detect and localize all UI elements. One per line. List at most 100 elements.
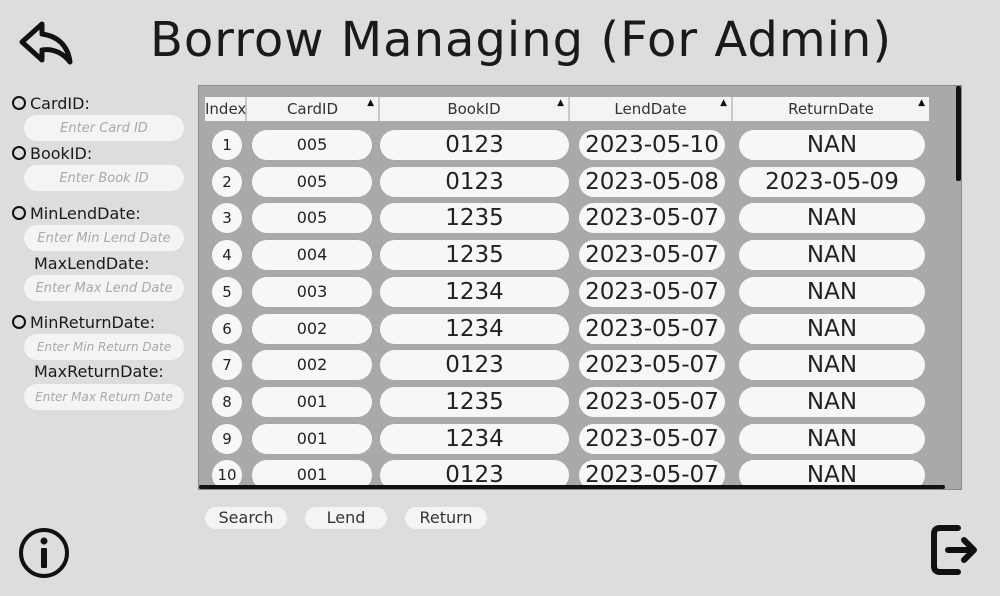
sort-asc-icon[interactable]: ▲	[918, 98, 925, 108]
column-label-index: Index	[205, 100, 247, 118]
max-return-date-row: MaxReturnDate:	[34, 361, 164, 381]
index-cell: 2	[212, 166, 242, 197]
sort-asc-icon[interactable]: ▲	[557, 98, 564, 108]
card-id-input[interactable]	[24, 115, 184, 141]
card-id-cell: 002	[252, 350, 372, 381]
index-cell: 8	[212, 386, 242, 417]
lend-date-filter: MinLendDate:	[12, 203, 141, 223]
lend-date-cell: 2023-05-07	[579, 423, 725, 454]
card-id-cell: 001	[252, 386, 372, 417]
column-label-book-id: BookID	[447, 100, 501, 118]
book-id-cell: 1234	[380, 313, 569, 344]
table-row[interactable]: 2 005 0123 2023-05-08 2023-05-09	[199, 166, 939, 199]
index-cell: 3	[212, 203, 242, 234]
card-id-cell: 003	[252, 276, 372, 307]
card-id-cell: 005	[252, 203, 372, 234]
info-button[interactable]	[17, 526, 71, 580]
lend-date-cell: 2023-05-07	[579, 313, 725, 344]
card-id-cell: 005	[252, 166, 372, 197]
card-id-cell: 005	[252, 130, 372, 160]
return-date-cell: NAN	[739, 313, 925, 344]
search-button[interactable]: Search	[205, 507, 287, 529]
book-id-cell: 1235	[380, 203, 569, 234]
max-lend-date-label: MaxLendDate:	[34, 253, 150, 273]
card-id-cell: 004	[252, 240, 372, 271]
column-header-index[interactable]: Index	[205, 97, 247, 121]
card-id-cell: 002	[252, 313, 372, 344]
table-row[interactable]: 7 002 0123 2023-05-07 NAN	[199, 350, 939, 382]
table-row[interactable]: 1 005 0123 2023-05-10 NAN	[199, 130, 939, 162]
min-lend-date-input[interactable]	[24, 225, 184, 251]
table-row[interactable]: 8 001 1235 2023-05-07 NAN	[199, 386, 939, 419]
vertical-scrollbar[interactable]	[956, 86, 961, 181]
book-id-cell: 0123	[380, 166, 569, 197]
column-label-return-date: ReturnDate	[788, 100, 874, 118]
lend-date-cell: 2023-05-10	[579, 130, 725, 160]
card-id-filter: CardID:	[12, 93, 90, 113]
horizontal-scrollbar[interactable]	[199, 485, 945, 489]
column-label-card-id: CardID	[286, 100, 339, 118]
lend-date-cell: 2023-05-07	[579, 276, 725, 307]
book-id-cell: 1234	[380, 423, 569, 454]
lend-date-cell: 2023-05-07	[579, 386, 725, 417]
max-lend-date-row: MaxLendDate:	[34, 253, 149, 273]
index-cell: 1	[212, 130, 242, 160]
max-lend-date-input[interactable]	[24, 275, 184, 301]
table-row[interactable]: 4 004 1235 2023-05-07 NAN	[199, 240, 939, 272]
book-id-cell: 1235	[380, 240, 569, 271]
return-date-cell: 2023-05-09	[739, 166, 925, 197]
lend-date-cell: 2023-05-08	[579, 166, 725, 197]
column-header-lend-date[interactable]: LendDate ▲	[570, 97, 733, 121]
return-date-cell: NAN	[739, 350, 925, 381]
max-return-date-label: MaxReturnDate:	[34, 361, 164, 381]
book-id-cell: 1234	[380, 276, 569, 307]
return-date-cell: NAN	[739, 240, 925, 271]
return-date-cell: NAN	[739, 386, 925, 417]
index-cell: 6	[212, 313, 242, 344]
logout-icon	[931, 525, 977, 575]
column-header-card-id[interactable]: CardID ▲	[247, 97, 380, 121]
logout-button[interactable]	[928, 522, 984, 578]
lend-date-cell: 2023-05-07	[579, 240, 725, 271]
table-row[interactable]: 9 001 1234 2023-05-07 NAN	[199, 423, 939, 456]
lend-button[interactable]: Lend	[305, 507, 387, 529]
column-header-return-date[interactable]: ReturnDate ▲	[733, 97, 929, 121]
column-label-lend-date: LendDate	[614, 100, 687, 118]
card-id-cell: 001	[252, 423, 372, 454]
book-id-cell: 0123	[380, 130, 569, 160]
card-id-label: CardID:	[30, 93, 90, 113]
return-date-cell: NAN	[739, 276, 925, 307]
return-date-cell: NAN	[739, 203, 925, 234]
book-id-cell: 0123	[380, 350, 569, 381]
return-date-cell: NAN	[739, 130, 925, 160]
lend-date-cell: 2023-05-07	[579, 350, 725, 381]
return-date-filter: MinReturnDate:	[12, 312, 155, 332]
table-row[interactable]: 6 002 1234 2023-05-07 NAN	[199, 313, 939, 346]
back-arrow-icon	[19, 21, 73, 65]
max-return-date-input[interactable]	[24, 384, 184, 410]
back-button[interactable]	[16, 16, 76, 68]
index-cell: 7	[212, 350, 242, 381]
lend-date-radio[interactable]	[12, 206, 26, 220]
return-date-radio[interactable]	[12, 315, 26, 329]
borrow-table: Index CardID ▲ BookID ▲ LendDate ▲ Retur…	[198, 85, 962, 490]
sort-asc-icon[interactable]: ▲	[720, 98, 727, 108]
table-header: Index CardID ▲ BookID ▲ LendDate ▲ Retur…	[205, 97, 929, 121]
book-id-label: BookID:	[30, 143, 93, 163]
index-cell: 9	[212, 423, 242, 454]
column-header-book-id[interactable]: BookID ▲	[380, 97, 570, 121]
return-button[interactable]: Return	[405, 507, 487, 529]
min-lend-date-label: MinLendDate:	[30, 203, 141, 223]
book-id-filter: BookID:	[12, 143, 92, 163]
table-row[interactable]: 3 005 1235 2023-05-07 NAN	[199, 203, 939, 235]
page-title: Borrow Managing (For Admin)	[150, 12, 893, 68]
card-id-radio[interactable]	[12, 96, 26, 110]
index-cell: 5	[212, 276, 242, 307]
min-return-date-label: MinReturnDate:	[30, 312, 156, 332]
table-row[interactable]: 5 003 1234 2023-05-07 NAN	[199, 276, 939, 309]
book-id-input[interactable]	[24, 165, 184, 191]
min-return-date-input[interactable]	[24, 334, 184, 360]
sort-asc-icon[interactable]: ▲	[367, 98, 374, 108]
info-icon	[19, 528, 69, 578]
book-id-radio[interactable]	[12, 146, 26, 160]
